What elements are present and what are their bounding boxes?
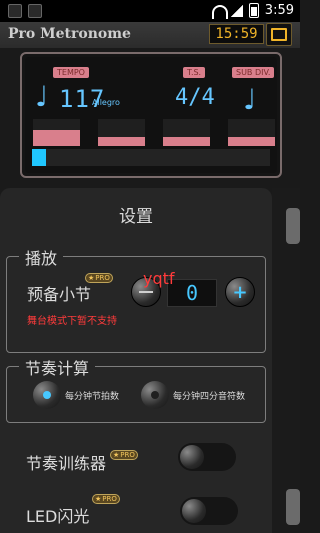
tempo-label: TEMPO [53, 67, 89, 78]
time-signature-label: T.S. [183, 67, 206, 78]
radio-dot-selected [43, 391, 51, 399]
status-time: 3:59 [264, 3, 294, 18]
tempo-display: ♩ 117 Allegro 4/4 ♩ [25, 83, 277, 123]
status-icons [8, 4, 42, 18]
rhythm-group-title: 节奏计算 [19, 355, 96, 379]
play-group: 播放 预备小节 PRO 0 yqtf 舞台模式下暂不支持 [6, 245, 266, 353]
metronome-display: TEMPO T.S. SUB DIV. ♩ 117 Allegro 4/4 ♩ [20, 52, 282, 178]
notification-icon [8, 4, 22, 18]
trainer-label: 节奏训练器 [26, 454, 107, 473]
settings-title: 设置 [119, 207, 153, 227]
scroll-handle-top[interactable] [286, 208, 300, 244]
signal-icon [230, 4, 243, 17]
play-group-title: 播放 [19, 245, 64, 269]
scroll-handle-bottom[interactable] [286, 489, 300, 525]
right-scroll-area [272, 188, 300, 533]
radio-quarter-notes-per-minute[interactable] [141, 381, 169, 409]
beat-box-2 [98, 119, 145, 146]
led-toggle[interactable] [180, 497, 238, 525]
beat-box-3 [163, 119, 210, 146]
beat-fill-1 [33, 130, 80, 146]
app-icon [28, 4, 42, 18]
rhythm-group: 节奏计算 每分钟节拍数 每分钟四分音符数 [6, 355, 266, 423]
status-bar: 3:59 [0, 0, 300, 22]
settings-panel: 设置 播放 预备小节 PRO 0 yqtf 舞台模式下暂不支持 节奏计算 每分钟… [0, 188, 272, 533]
subdivision-label: SUB DIV. [232, 67, 275, 78]
display-inner: TEMPO T.S. SUB DIV. ♩ 117 Allegro 4/4 ♩ [25, 57, 277, 173]
beat-box-1 [33, 119, 80, 146]
quarter-notes-label: 每分钟四分音符数 [173, 392, 246, 402]
app-title: Pro Metronome [8, 26, 131, 42]
beat-fill-4 [228, 136, 275, 146]
app-bar: Pro Metronome 15:59 [0, 22, 300, 48]
trainer-pro-badge: PRO [110, 450, 138, 460]
beat-fill-3 [163, 136, 210, 146]
beat-fill-2 [98, 136, 145, 146]
led-toggle-knob [182, 499, 206, 523]
battery-icon [248, 3, 259, 18]
quarter-note-icon: ♩ [35, 80, 49, 113]
wifi-icon [211, 4, 228, 19]
progress-fill [32, 149, 47, 166]
status-right: 3:59 [211, 3, 294, 19]
time-signature-value: 4/4 [175, 85, 215, 110]
trainer-toggle[interactable] [178, 443, 236, 471]
save-icon[interactable] [266, 23, 292, 46]
beat-box-4 [228, 119, 275, 146]
progress-bar [32, 149, 270, 166]
trainer-toggle-knob [180, 445, 204, 469]
overlay-text: yqtf [143, 269, 175, 288]
stage-mode-notice: 舞台模式下暂不支持 [27, 316, 117, 327]
increase-button[interactable] [225, 277, 255, 307]
radio-dot-unselected [151, 391, 159, 399]
radio-beats-per-minute[interactable] [33, 381, 61, 409]
time-display: 15:59 [209, 24, 264, 44]
tempo-name: Allegro [92, 98, 120, 107]
led-flash-label: LED闪光 [26, 507, 90, 526]
beat-strip [33, 119, 275, 146]
led-pro-badge: PRO [92, 494, 120, 504]
pro-badge: PRO [85, 273, 113, 283]
beats-per-minute-label: 每分钟节拍数 [65, 392, 120, 402]
pre-measure-label: 预备小节 [27, 285, 92, 304]
subdivision-note-icon: ♩ [243, 83, 257, 116]
